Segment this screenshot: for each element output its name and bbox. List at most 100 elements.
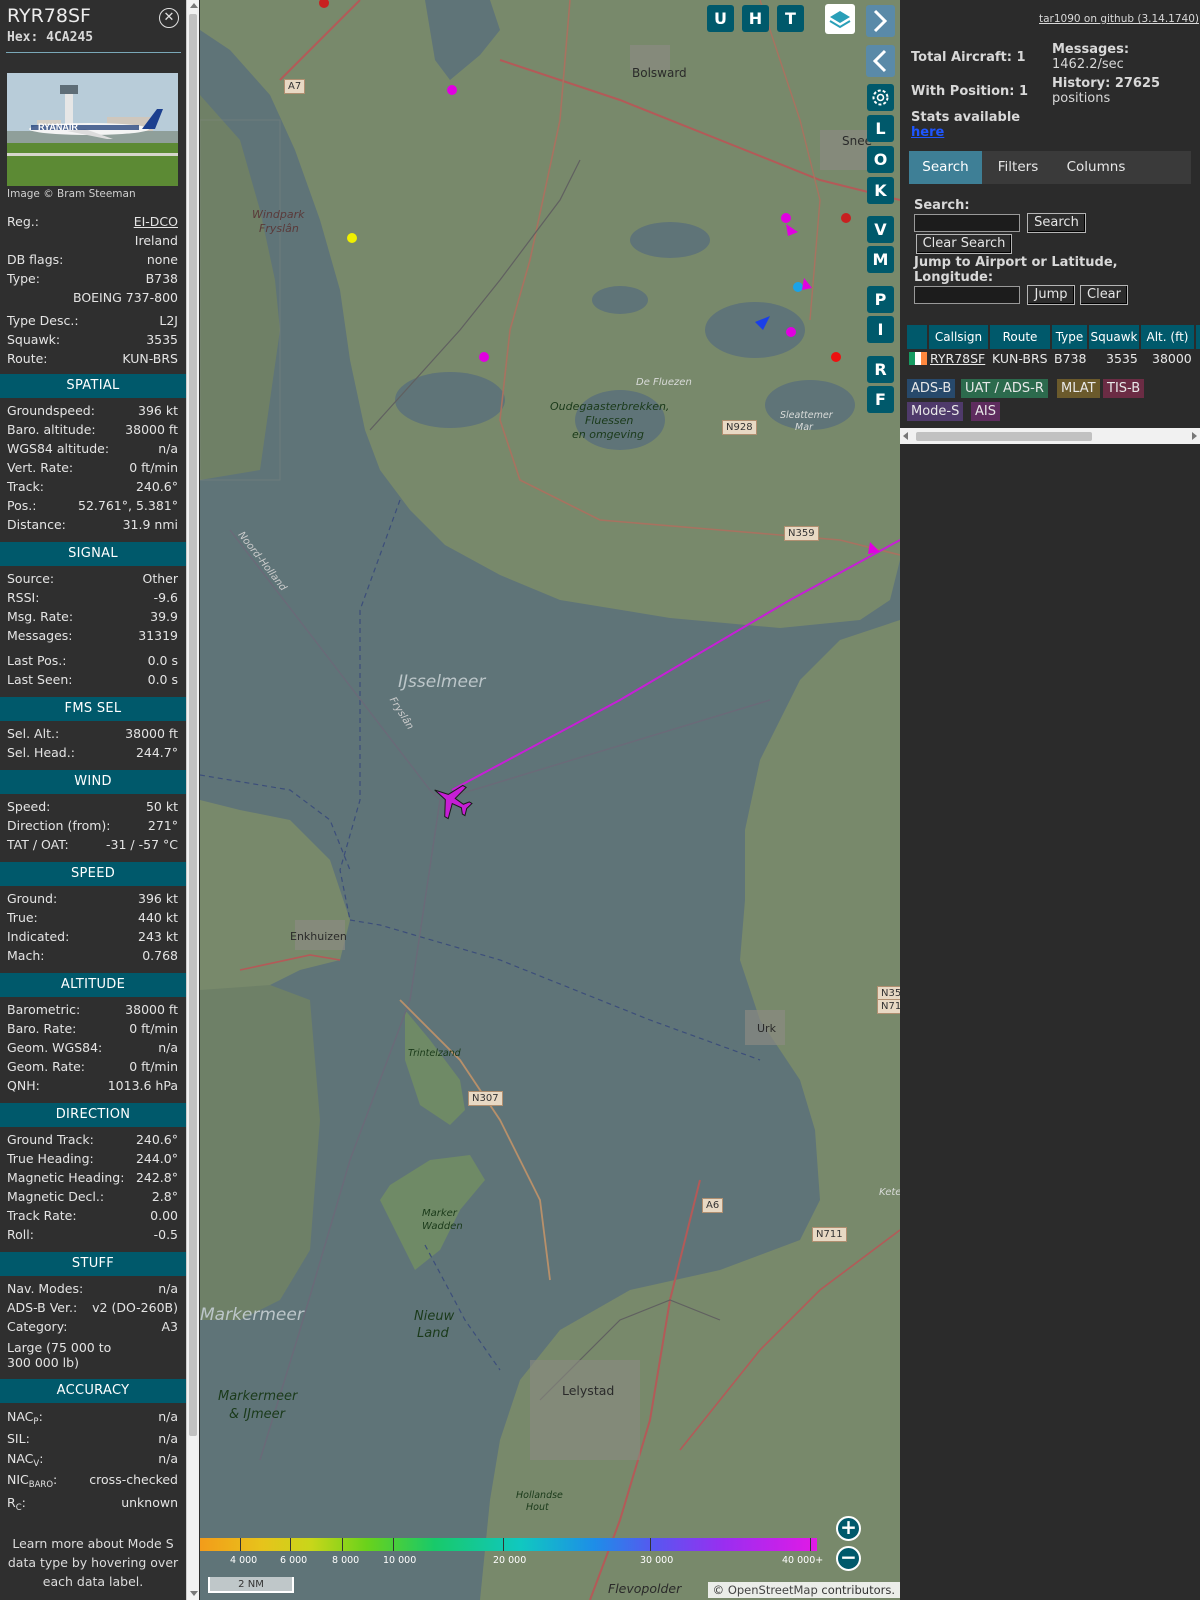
jump-input[interactable] [914, 286, 1020, 304]
reg-label: Reg.: [7, 214, 39, 229]
selected-aircraft-icon[interactable] [426, 774, 478, 825]
typedesc-label: Type Desc.: [7, 313, 79, 328]
label-trintelzand: Trintelzand [408, 1048, 461, 1059]
toggle-button-f[interactable]: F [867, 386, 894, 413]
signal-value: Other [142, 571, 179, 586]
source-badge-tisb[interactable]: TIS-B [1103, 379, 1145, 398]
wind-label: Speed: [7, 799, 51, 814]
signal-row: Last Pos.: 0.0 s [7, 652, 178, 670]
table-scroll-thumb[interactable] [916, 432, 1092, 441]
toggle-button-r[interactable]: R [867, 356, 894, 383]
row-route: KUN-BRS [992, 351, 1048, 366]
row-callsign[interactable]: RYR78SF [930, 350, 985, 368]
map-view[interactable]: Bolsward Snee Windpark Fryslân De Flueze… [200, 0, 900, 1600]
toggle-button-o[interactable]: O [867, 146, 894, 173]
toggle-button-l[interactable]: L [867, 115, 894, 142]
expand-panel-button[interactable] [866, 5, 895, 37]
stats-available: Stats available [911, 110, 1021, 125]
altitude-legend-label: 40 000+ [782, 1555, 824, 1566]
collapse-panel-button[interactable] [866, 45, 895, 77]
altitude-label: Geom. WGS84: [7, 1040, 103, 1055]
reg-link[interactable]: EI-DCO [134, 213, 178, 231]
table-header-squawk[interactable]: Squawk [1089, 325, 1139, 349]
jump-button[interactable]: Jump [1027, 285, 1075, 305]
search-button[interactable]: Search [1027, 213, 1086, 233]
aircraft-marker-6[interactable] [793, 282, 803, 292]
zoom-in-button[interactable]: + [836, 1516, 861, 1541]
altitude-legend-tick [290, 1538, 291, 1551]
table-header-route[interactable]: Route [990, 325, 1050, 349]
toggle-button-u[interactable]: U [707, 5, 734, 32]
scroll-left-icon[interactable] [903, 432, 908, 440]
aircraft-marker-4[interactable] [781, 213, 791, 223]
table-header-callsign[interactable]: Callsign [929, 325, 988, 349]
table-header-altitude[interactable]: Alt. (ft) [1141, 325, 1194, 349]
github-link[interactable]: tar1090 on github (3.14.1740) [1039, 13, 1199, 25]
island-trintelzand [405, 1010, 465, 1125]
clear-button[interactable]: Clear [1080, 285, 1128, 305]
source-badge-ais[interactable]: AIS [971, 402, 1000, 421]
label-ketelmeer: Kete [879, 1187, 900, 1198]
direction-row: Magnetic Decl.: 2.8° [7, 1188, 178, 1206]
boundary-dashed-1 [339, 499, 401, 921]
aircraft-photo[interactable]: RYANAIR [7, 73, 178, 186]
nicbaro-row: NICBARO: cross-checked [7, 1471, 178, 1490]
route-value: KUN-BRS [122, 351, 178, 366]
signal-row: Msg. Rate: 39.9 [7, 608, 178, 626]
sidebar-scrollbar[interactable] [186, 0, 199, 1600]
zoom-out-button[interactable]: − [836, 1546, 861, 1571]
toggle-button-i[interactable]: I [867, 316, 894, 343]
aircraft-marker-2[interactable] [347, 233, 357, 243]
altitude-legend-tick [810, 1538, 811, 1551]
toggle-button-k[interactable]: K [867, 177, 894, 204]
table-header-type[interactable]: Type [1052, 325, 1087, 349]
source-badge-modes[interactable]: Mode-S [907, 402, 964, 421]
aircraft-marker-1[interactable] [447, 85, 457, 95]
stats-here-link[interactable]: here [911, 125, 944, 140]
spatial-label: Distance: [7, 517, 66, 532]
scroll-up-icon[interactable] [190, 3, 198, 8]
chevron-right-icon [873, 9, 888, 33]
source-badge-mlat[interactable]: MLAT [1057, 379, 1100, 398]
tab-search[interactable]: Search [909, 151, 982, 184]
sidebar-scroll-thumb[interactable] [189, 14, 197, 1436]
row-type: B738 [1054, 351, 1087, 366]
settings-button[interactable] [867, 84, 894, 111]
toggle-button-m[interactable]: M [867, 246, 894, 273]
layers-button[interactable] [825, 4, 855, 34]
fms-row: Sel. Head.: 244.7° [7, 744, 178, 762]
toggle-button-v[interactable]: V [867, 216, 894, 243]
source-badge-uat[interactable]: UAT / ADS-R [961, 379, 1048, 398]
toggle-button-t[interactable]: T [777, 5, 804, 32]
direction-row: Roll: -0.5 [7, 1226, 178, 1244]
source-badge-adsb[interactable]: ADS-B [907, 379, 956, 398]
scroll-right-icon[interactable] [1192, 432, 1197, 440]
toggle-button-p[interactable]: P [867, 286, 894, 313]
toggle-button-h[interactable]: H [742, 5, 769, 32]
nicbaro-value: cross-checked [89, 1472, 178, 1487]
aircraft-marker-3[interactable] [479, 352, 489, 362]
wind-label: Direction (from): [7, 818, 111, 833]
label-lelystad: Lelystad [562, 1383, 615, 1398]
nacp-value: n/a [158, 1409, 178, 1424]
direction-row: True Heading: 244.0° [7, 1150, 178, 1168]
aircraft-marker-8[interactable] [831, 352, 841, 362]
wind-value: -31 / -57 °C [106, 837, 178, 852]
osm-link[interactable]: OpenStreetMap [728, 1583, 818, 1597]
nicbaro-label: NICBARO: [7, 1472, 58, 1490]
aircraft-marker-5[interactable] [841, 213, 851, 223]
close-icon[interactable]: ✕ [159, 8, 179, 28]
altitude-row: Geom. Rate: 0 ft/min [7, 1058, 178, 1076]
spatial-value: 240.6° [135, 479, 178, 494]
signal-value: 39.9 [150, 609, 178, 624]
scroll-down-icon[interactable] [190, 1591, 198, 1596]
wind-label: TAT / OAT: [7, 837, 69, 852]
aircraft-marker-7[interactable] [786, 327, 796, 337]
table-horizontal-scrollbar[interactable] [900, 428, 1200, 444]
clear-search-button[interactable]: Clear Search [916, 234, 1012, 254]
section-fms: FMS SEL [0, 697, 186, 721]
search-input[interactable] [914, 214, 1020, 232]
tab-columns[interactable]: Columns [1054, 151, 1138, 184]
gear-icon [872, 89, 889, 106]
tab-filters[interactable]: Filters [984, 151, 1052, 184]
